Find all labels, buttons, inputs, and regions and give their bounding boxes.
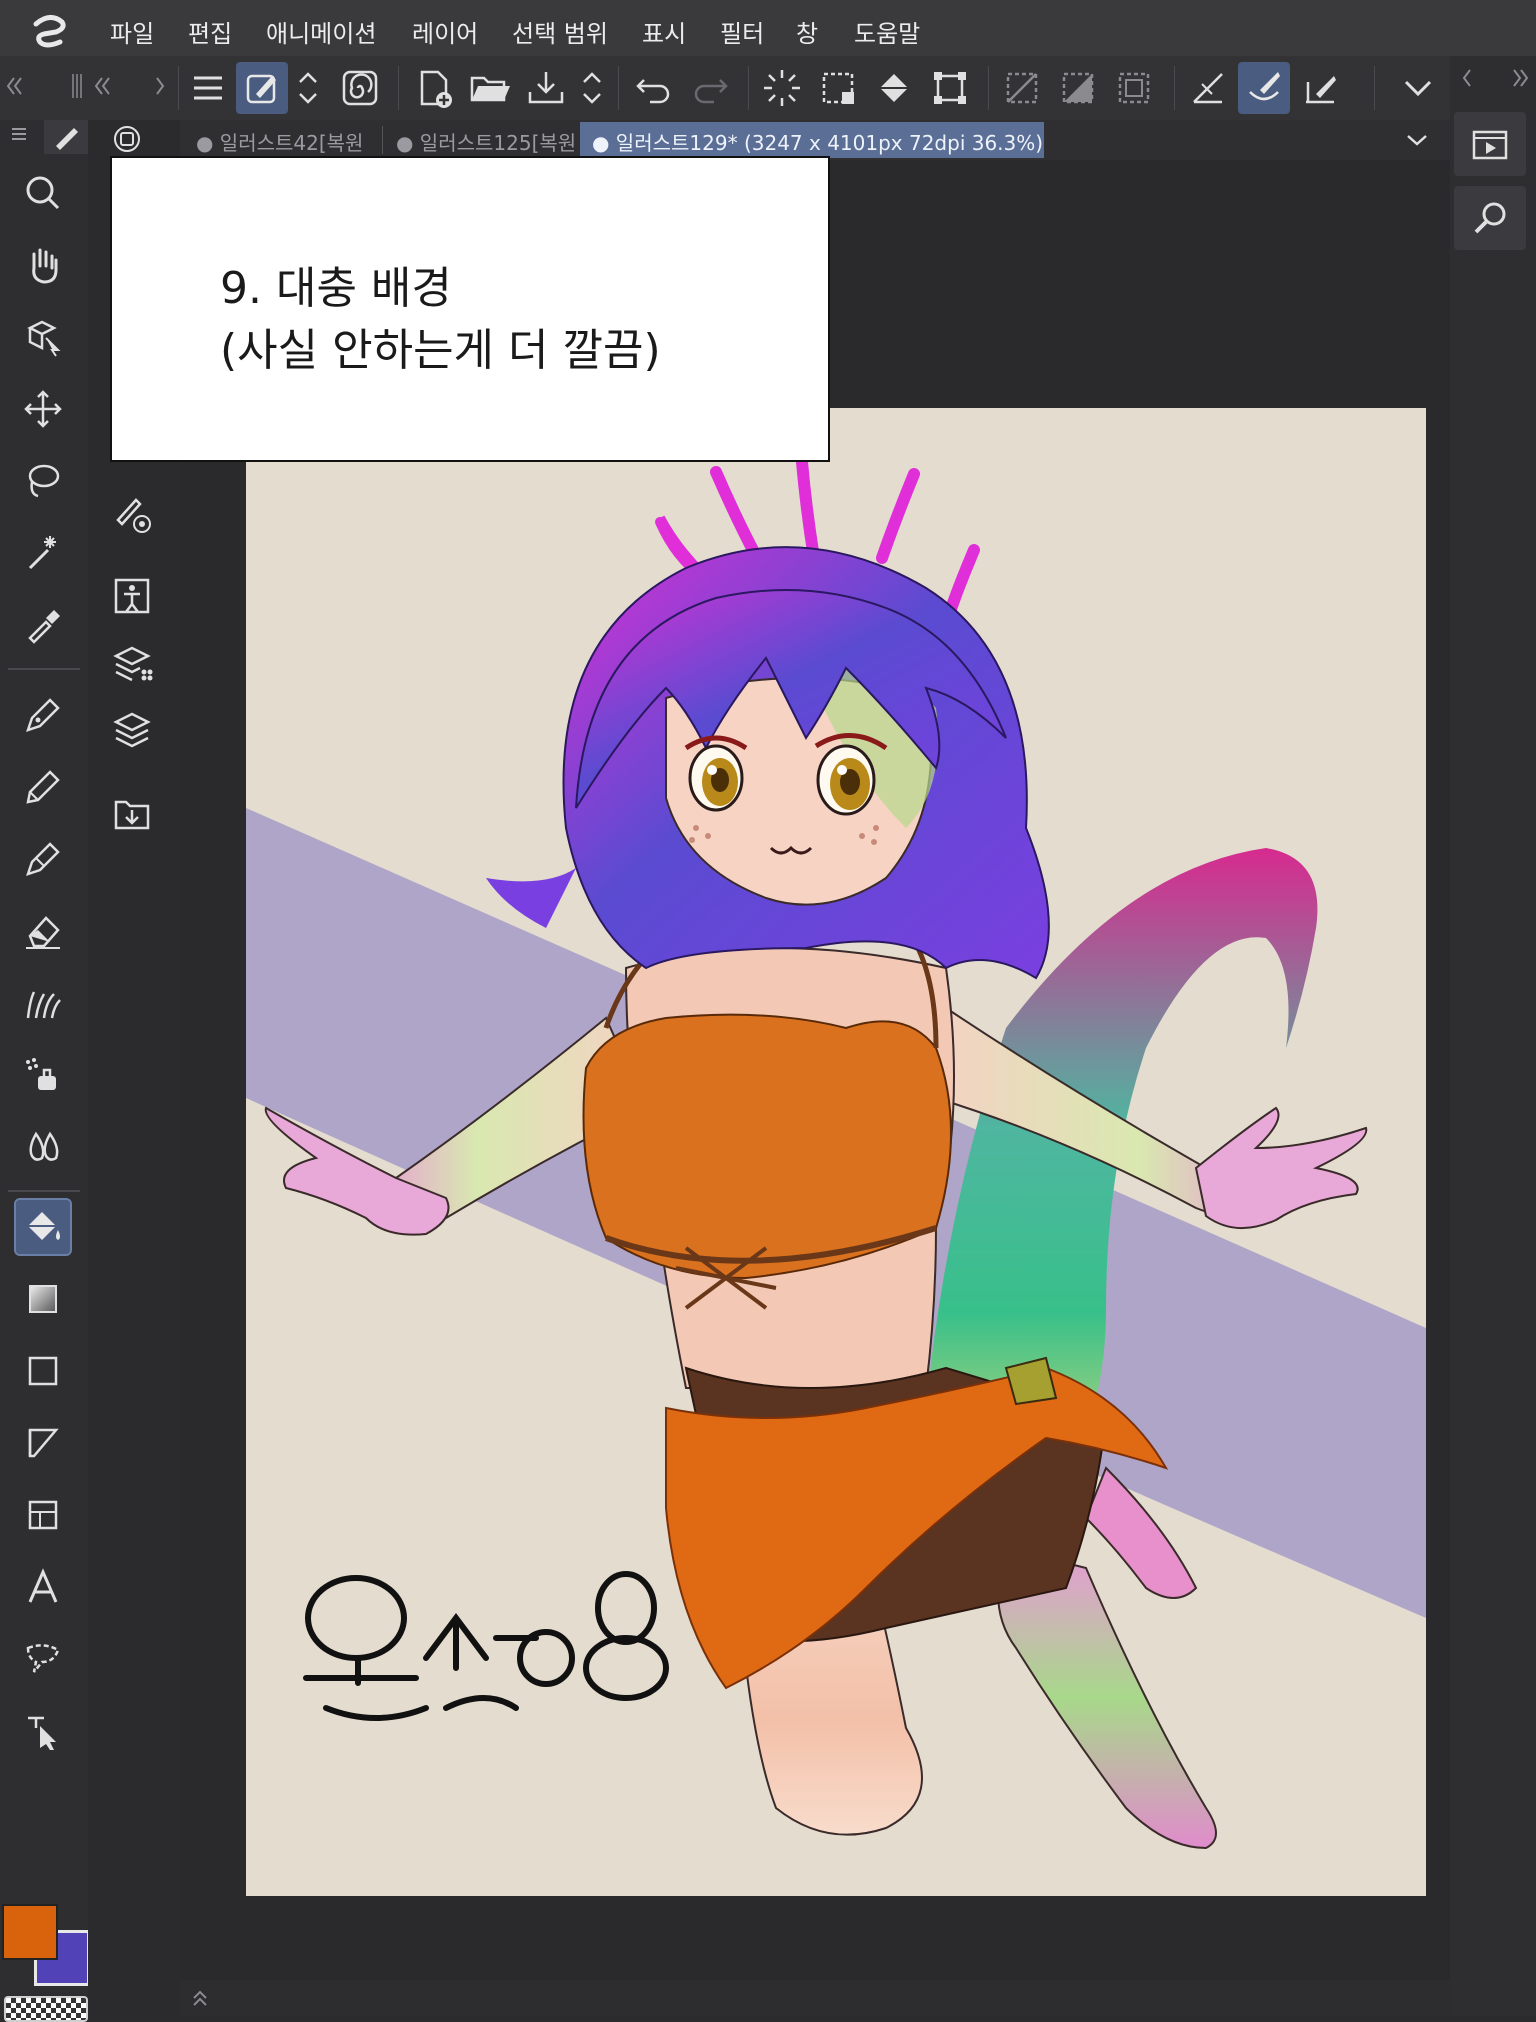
brush-icon[interactable] <box>16 832 70 886</box>
menu-item[interactable]: 도움말 <box>854 14 920 48</box>
zoom-icon[interactable] <box>16 166 70 220</box>
transparent-color-chip[interactable] <box>4 1996 88 2022</box>
select-all-icon[interactable] <box>812 62 864 114</box>
lasso-icon[interactable] <box>16 454 70 508</box>
foreground-color-chip[interactable] <box>2 1904 58 1960</box>
collapse-left-icon[interactable] <box>4 74 24 98</box>
status-bar <box>180 1980 1450 2016</box>
decoration-grass-icon[interactable] <box>16 976 70 1030</box>
selection-border-icon[interactable] <box>1108 62 1160 114</box>
new-file-icon[interactable] <box>408 62 460 114</box>
move-icon[interactable] <box>16 382 70 436</box>
menu-item[interactable]: 편집 <box>188 14 232 48</box>
fill-bucket-icon[interactable] <box>868 62 920 114</box>
gradient-icon[interactable] <box>16 1272 70 1326</box>
pencil-icon[interactable] <box>16 760 70 814</box>
tool-palette <box>0 120 90 2022</box>
edit-pen-icon[interactable] <box>236 62 288 114</box>
correct-line-icon[interactable] <box>16 1704 70 1758</box>
airbrush-icon[interactable] <box>16 1048 70 1102</box>
3d-figure-icon[interactable] <box>108 572 156 620</box>
app-logo-icon[interactable] <box>26 10 74 50</box>
expand-up-icon[interactable] <box>188 1986 212 2010</box>
chevron-down-icon[interactable] <box>1400 74 1436 102</box>
menu-item[interactable]: 표시 <box>642 14 686 48</box>
snap-special-ruler-icon[interactable] <box>1238 62 1290 114</box>
collapse-left-icon[interactable] <box>92 74 112 98</box>
document-tab[interactable]: ● 일러스트125[복원 <box>390 122 576 158</box>
menu-item[interactable]: 창 <box>796 14 818 48</box>
figure-rectangle-icon[interactable] <box>16 1344 70 1398</box>
fill-tool-icon[interactable] <box>14 1198 72 1256</box>
collapse-right-icon[interactable] <box>1508 66 1532 90</box>
command-bar <box>0 56 1536 120</box>
ruler-icon[interactable] <box>16 1488 70 1542</box>
deselect-icon[interactable] <box>996 62 1048 114</box>
menu-bar: 파일 편집 애니메이션 레이어 선택 범위 표시 필터 창 도움말 <box>0 0 1536 56</box>
material-download-icon[interactable] <box>108 790 156 838</box>
drag-handle-icon[interactable] <box>70 72 84 100</box>
transform-icon[interactable] <box>924 62 976 114</box>
hand-icon[interactable] <box>16 238 70 292</box>
object-select-icon[interactable] <box>16 310 70 364</box>
artwork-canvas[interactable] <box>246 408 1426 1896</box>
document-tab[interactable]: ● 일러스트42[복원 <box>190 122 380 158</box>
search-layer-icon[interactable] <box>1454 186 1526 250</box>
chevron-left-icon[interactable] <box>1458 66 1478 90</box>
menu-item[interactable]: 필터 <box>720 14 764 48</box>
sub-tool-icon[interactable] <box>112 124 142 154</box>
caption-line-2: (사실 안하는게 더 깔끔) <box>220 325 661 376</box>
chevron-right-icon[interactable] <box>154 74 166 98</box>
text-icon[interactable] <box>16 1560 70 1614</box>
brush-size-icon[interactable] <box>108 490 156 538</box>
layers-icon[interactable] <box>108 706 156 754</box>
caption-box: 9. 대충 배경 (사실 안하는게 더 깔끔) <box>110 156 830 462</box>
magic-wand-icon[interactable] <box>16 526 70 580</box>
snap-grid-icon[interactable] <box>1294 62 1346 114</box>
right-panel-strip <box>1450 56 1536 2016</box>
pen-icon[interactable] <box>16 688 70 742</box>
layer-property-icon[interactable] <box>108 640 156 688</box>
main-menu-icon[interactable] <box>182 62 234 114</box>
menu-item[interactable]: 레이어 <box>412 14 478 48</box>
document-tab-active[interactable]: ● 일러스트129* (3247 x 4101px 72dpi 36.3%) <box>580 122 1044 158</box>
invert-selection-icon[interactable] <box>1052 62 1104 114</box>
up-down-icon[interactable] <box>574 62 610 114</box>
loading-selection-icon[interactable] <box>756 62 808 114</box>
tab-list-chevron-icon[interactable] <box>1402 128 1432 152</box>
balloon-icon[interactable] <box>16 1632 70 1686</box>
document-tab-bar: ● 일러스트42[복원 ● 일러스트125[복원 ● 일러스트129* (324… <box>180 120 1450 160</box>
save-icon[interactable] <box>520 62 572 114</box>
up-down-icon[interactable] <box>290 62 326 114</box>
undo-icon[interactable] <box>628 62 680 114</box>
open-folder-icon[interactable] <box>464 62 516 114</box>
redo-icon[interactable] <box>684 62 736 114</box>
frame-border-icon[interactable] <box>16 1416 70 1470</box>
animation-timeline-icon[interactable] <box>1454 112 1526 176</box>
eyedropper-icon[interactable] <box>16 598 70 652</box>
tool-pen-mini-icon[interactable] <box>44 120 88 154</box>
ruler-snap-icon[interactable] <box>1182 62 1234 114</box>
spiral-icon[interactable] <box>334 62 386 114</box>
menu-item[interactable]: 애니메이션 <box>266 14 376 48</box>
caption-line-1: 9. 대충 배경 <box>220 263 452 314</box>
menu-item[interactable]: 파일 <box>110 14 154 48</box>
blend-icon[interactable] <box>16 1120 70 1174</box>
menu-item[interactable]: 선택 범위 <box>512 14 608 48</box>
eraser-icon[interactable] <box>16 904 70 958</box>
palette-menu-icon[interactable] <box>8 122 32 146</box>
